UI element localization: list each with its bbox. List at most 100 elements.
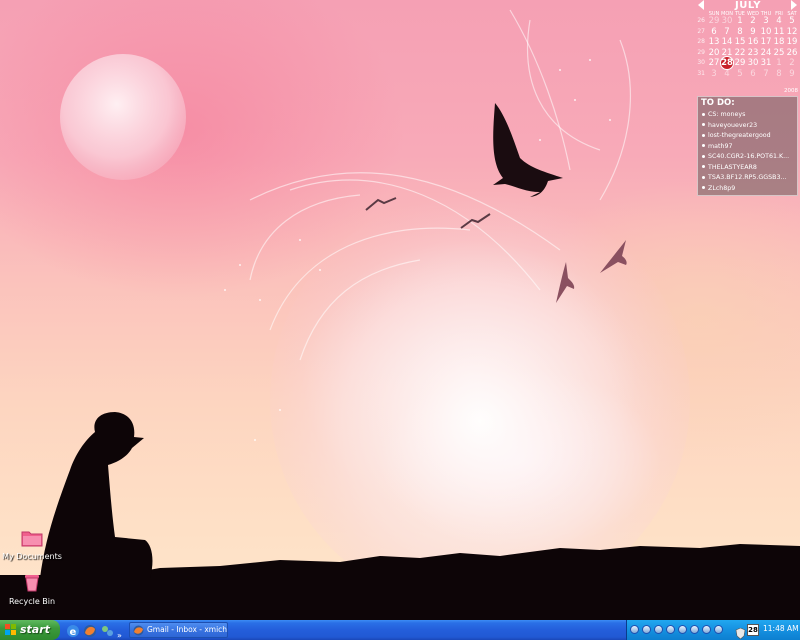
calendar-day[interactable]: 3 (759, 16, 773, 26)
calendar-prev-button[interactable] (697, 0, 705, 10)
clock[interactable]: 11:48 AM (763, 624, 799, 633)
calendar-day[interactable]: 4 (772, 16, 786, 26)
calendar-week-number: 29 (697, 48, 705, 56)
calendar-day[interactable]: 5 (785, 16, 799, 26)
calendar-day[interactable]: 1 (733, 16, 747, 26)
calendar-week-number: 26 (697, 17, 705, 24)
network-icon[interactable] (100, 623, 114, 637)
calendar-day[interactable]: 8 (733, 27, 747, 37)
calendar-day[interactable]: 29 (733, 58, 747, 68)
calendar-day[interactable]: 26 (785, 48, 799, 58)
todo-item-label: math97 (708, 142, 733, 150)
calendar-day[interactable]: 6 (746, 69, 760, 79)
calendar-day[interactable]: 23 (746, 48, 760, 58)
tray-calendar-icon[interactable]: 28 (747, 624, 759, 636)
media-rewind-icon[interactable] (642, 625, 651, 634)
calendar-day[interactable]: 29 (707, 16, 721, 26)
media-next-icon[interactable] (702, 625, 711, 634)
calendar-day[interactable]: 24 (759, 48, 773, 58)
desktop: JULY SUN MON TUE WED THU FRI SAT 26 29 30 1 2 3 4 5 27 6… (0, 0, 800, 620)
calendar-day[interactable]: 15 (733, 37, 747, 47)
todo-item[interactable]: CS: moneys (702, 110, 794, 121)
internet-explorer-icon[interactable]: e (66, 623, 80, 638)
security-shield-icon[interactable] (735, 624, 746, 640)
start-button[interactable]: start (0, 620, 60, 640)
calendar-week-number: 30 (697, 59, 705, 66)
todo-title: TO DO: (701, 98, 735, 108)
recycle-bin-icon (25, 575, 39, 592)
firefox-icon (133, 625, 144, 636)
todo-item[interactable]: math97 (702, 142, 794, 153)
todo-item[interactable]: ZLch8p9 (702, 184, 794, 195)
calendar-day[interactable]: 2 (785, 58, 799, 68)
calendar-day[interactable]: 9 (746, 27, 760, 37)
calendar-day[interactable]: 13 (707, 37, 721, 47)
media-stop-icon[interactable] (654, 625, 663, 634)
folder-icon (21, 531, 43, 547)
calendar-day[interactable]: 17 (759, 37, 773, 47)
taskbar-button-label: Gmail - Inbox - xmich... (147, 625, 227, 634)
calendar-day[interactable]: 30 (720, 16, 734, 26)
calendar-day[interactable]: 20 (707, 48, 721, 58)
calendar-month: JULY (735, 0, 761, 11)
calendar-day[interactable]: 18 (772, 37, 786, 47)
calendar-day[interactable]: 7 (759, 69, 773, 79)
calendar-day[interactable]: 11 (772, 27, 786, 37)
calendar-day[interactable]: 1 (772, 58, 786, 68)
todo-item[interactable]: THELASTYEAR8 (702, 163, 794, 174)
calendar-day[interactable]: 19 (785, 37, 799, 47)
calendar-next-button[interactable] (790, 0, 798, 10)
wallpaper (0, 9, 800, 620)
glow-globe (270, 190, 690, 610)
firefox-icon[interactable] (83, 623, 97, 637)
todo-item[interactable]: haveyouever23 (702, 121, 794, 132)
calendar-day[interactable]: 4 (720, 69, 734, 79)
calendar-day[interactable]: 30 (746, 58, 760, 68)
calendar-day[interactable]: 22 (733, 48, 747, 58)
bullet-icon (702, 123, 705, 126)
calendar-year: 2008 (784, 88, 798, 94)
calendar-day[interactable]: 14 (720, 37, 734, 47)
calendar-week-number: 31 (697, 69, 705, 77)
calendar-day[interactable]: 25 (772, 48, 786, 58)
todo-item-label: THELASTYEAR8 (708, 163, 757, 171)
bird-large (493, 103, 563, 197)
media-prev-icon[interactable] (630, 625, 639, 634)
calendar-day[interactable]: 16 (746, 37, 760, 47)
desktop-icon-recycle-bin[interactable]: Recycle Bin (0, 572, 64, 606)
calendar-week-number: 28 (697, 38, 705, 45)
calendar-day[interactable]: 10 (759, 27, 773, 37)
todo-list: CS: moneys haveyouever23 lost-thegreatergo… (702, 110, 794, 194)
todo-item-label: SC40.CGR2-16.POT61.K... (708, 153, 790, 160)
calendar-day-today[interactable]: 28 (720, 58, 734, 68)
svg-text:e: e (70, 627, 77, 638)
todo-item-label: ZLch8p9 (708, 184, 736, 192)
calendar-day[interactable]: 31 (759, 58, 773, 68)
media-pause-icon[interactable] (678, 625, 687, 634)
media-forward-icon[interactable] (690, 625, 699, 634)
calendar-day[interactable]: 2 (746, 16, 760, 26)
todo-item-label: haveyouever23 (708, 121, 758, 129)
bullet-icon (702, 175, 705, 179)
todo-item[interactable]: lost-thegreatergood (702, 131, 794, 142)
bullet-icon (702, 186, 705, 189)
media-play-icon[interactable] (666, 625, 675, 634)
calendar-day[interactable]: 9 (785, 69, 799, 79)
moon (60, 54, 186, 180)
calendar-gadget: JULY SUN MON TUE WED THU FRI SAT 26 29 30 1 2 3 4 5 27 6… (697, 0, 800, 97)
todo-item[interactable]: SC40.CGR2-16.POT61.K... (702, 152, 794, 163)
media-volume-icon[interactable] (714, 625, 723, 634)
todo-item-label: TSA3.BF12.RP5.GGSB3... (708, 174, 787, 181)
todo-item[interactable]: TSA3.BF12.RP5.GGSB3... (702, 173, 794, 184)
calendar-day[interactable]: 12 (785, 27, 799, 37)
taskbar-button-gmail[interactable]: Gmail - Inbox - xmich... (129, 622, 228, 638)
calendar-day[interactable]: 7 (720, 27, 734, 37)
calendar-day[interactable]: 5 (733, 69, 747, 79)
calendar-day[interactable]: 6 (707, 27, 721, 37)
desktop-icon-my-documents[interactable]: My Documents (0, 529, 64, 561)
quick-launch-overflow[interactable]: » (117, 623, 125, 640)
calendar-day[interactable]: 27 (707, 58, 721, 68)
bullet-icon (702, 144, 705, 147)
calendar-day[interactable]: 8 (772, 69, 786, 79)
calendar-day[interactable]: 3 (707, 69, 721, 79)
